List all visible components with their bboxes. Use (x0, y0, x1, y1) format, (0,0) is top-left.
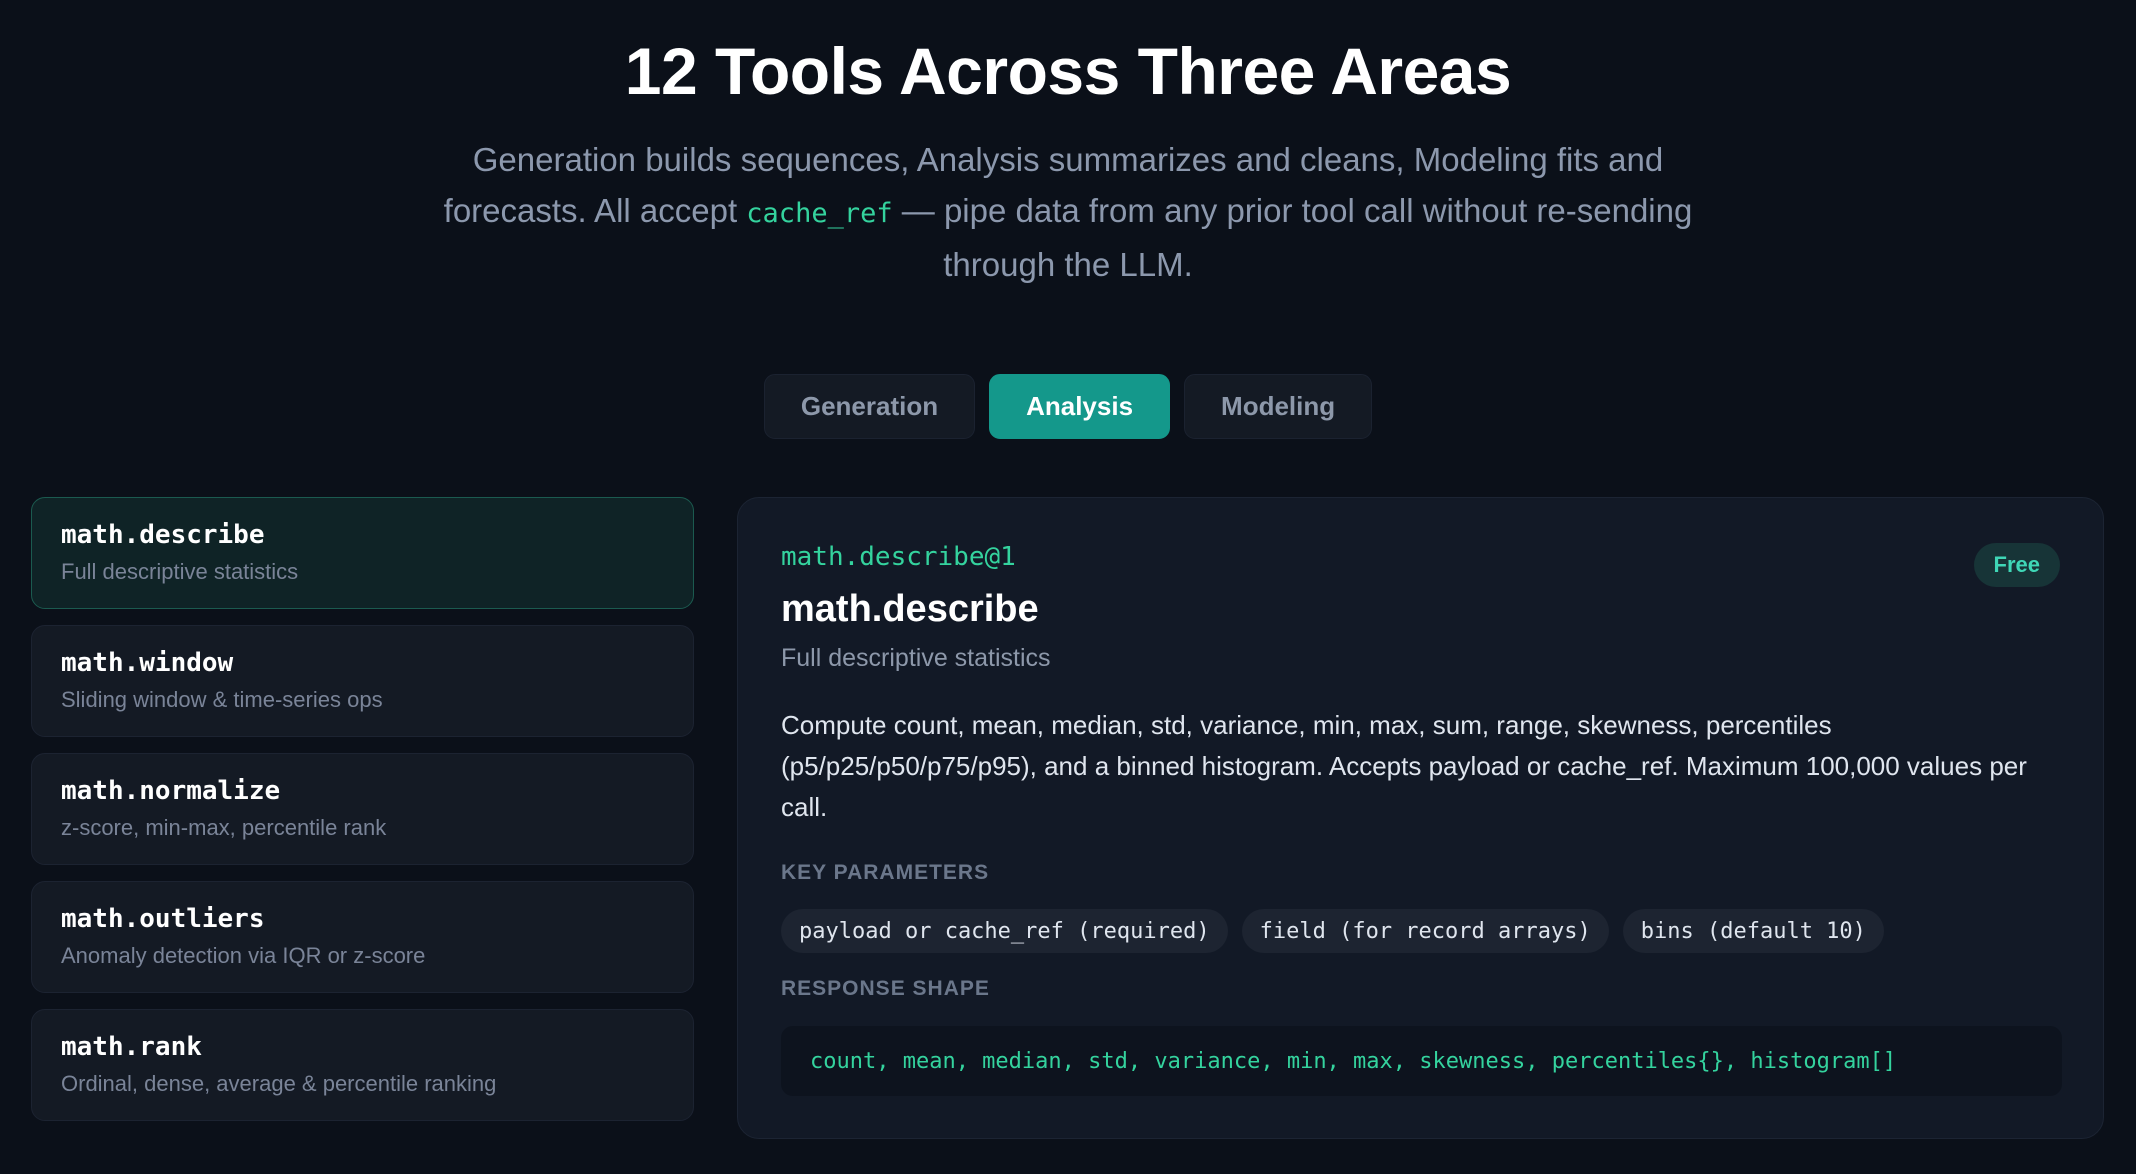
tab-analysis[interactable]: Analysis (989, 374, 1171, 439)
tool-description: Full descriptive statistics (61, 559, 299, 584)
tool-name: math.window (61, 648, 234, 678)
subtitle-code: cache_ref (746, 198, 893, 229)
response-shape-label: RESPONSE SHAPE (781, 977, 990, 1000)
tool-description: z-score, min-max, percentile rank (61, 815, 387, 840)
parameter-chip: payload or cache_ref (required) (781, 909, 1228, 953)
tool-detail-panel: math.describe@1 Free math.describe Full … (737, 497, 2104, 1139)
parameter-chip: field (for record arrays) (1241, 909, 1609, 953)
tab-modeling[interactable]: Modeling (1184, 374, 1373, 439)
tool-item-math-describe[interactable]: math.describe Full descriptive statistic… (31, 497, 694, 609)
category-tabs: Generation Analysis Modeling (0, 374, 2136, 439)
tool-description: Sliding window & time-series ops (61, 687, 383, 712)
tool-detail-subtitle: Full descriptive statistics (781, 644, 1051, 672)
key-parameters-label: KEY PARAMETERS (781, 861, 990, 884)
tool-name: math.describe (61, 520, 265, 550)
page: 12 Tools Across Three Areas Generation b… (0, 0, 2136, 1174)
page-title: 12 Tools Across Three Areas (624, 34, 1512, 108)
tool-list: math.describe Full descriptive statistic… (31, 497, 694, 1137)
tool-item-math-normalize[interactable]: math.normalize z-score, min-max, percent… (31, 753, 694, 865)
tool-detail-description: Compute count, mean, median, std, varian… (781, 710, 2027, 822)
tool-item-math-window[interactable]: math.window Sliding window & time-series… (31, 625, 694, 737)
page-subtitle: Generation builds sequences, Analysis su… (418, 134, 1718, 290)
parameter-chip: bins (default 10) (1622, 909, 1884, 953)
tool-description: Ordinal, dense, average & percentile ran… (61, 1071, 497, 1096)
tool-item-math-rank[interactable]: math.rank Ordinal, dense, average & perc… (31, 1009, 694, 1121)
response-shape-code: count, mean, median, std, variance, min,… (781, 1026, 2062, 1096)
pricing-badge: Free (1973, 543, 2060, 587)
tool-version-id: math.describe@1 (781, 542, 1016, 572)
subtitle-text-end: — pipe data from any prior tool call wit… (892, 192, 1693, 283)
tool-name: math.outliers (61, 904, 265, 934)
tool-name: math.normalize (61, 776, 281, 806)
tool-name: math.rank (61, 1032, 202, 1062)
tool-item-math-outliers[interactable]: math.outliers Anomaly detection via IQR … (31, 881, 694, 993)
key-parameters: payload or cache_ref (required) field (f… (781, 909, 1884, 953)
tab-generation[interactable]: Generation (763, 374, 976, 439)
tool-detail-title: math.describe (781, 588, 1039, 630)
tool-description: Anomaly detection via IQR or z-score (61, 943, 426, 968)
